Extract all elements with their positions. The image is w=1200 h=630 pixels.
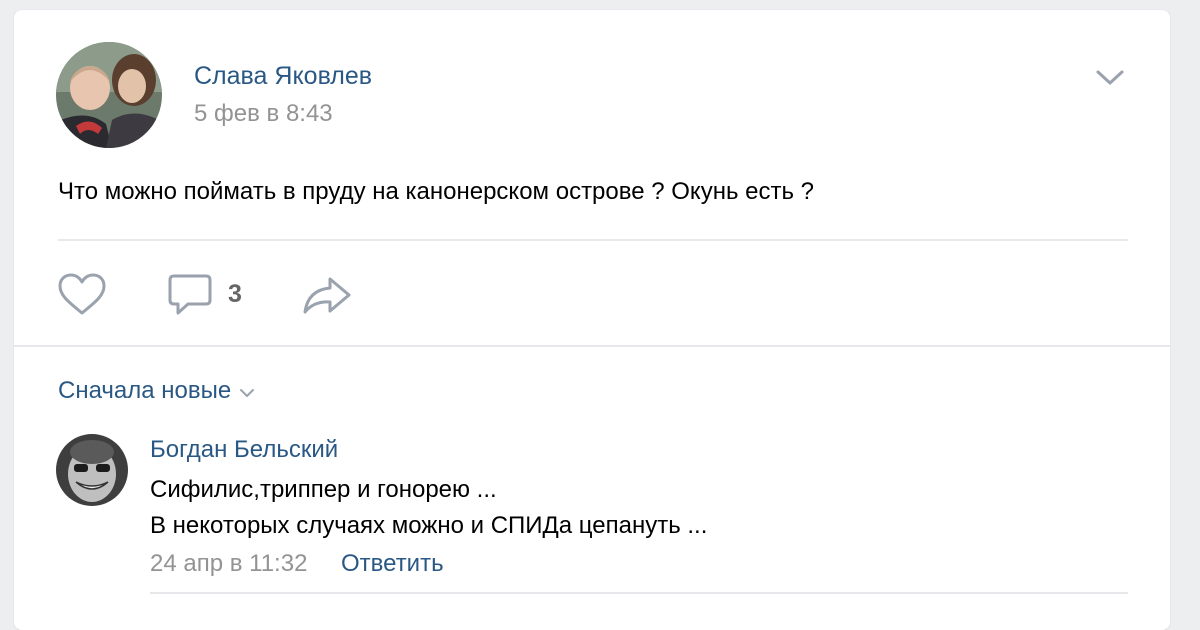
comment-count: 3 [228, 280, 242, 308]
author-avatar[interactable] [56, 42, 162, 148]
author-name[interactable]: Слава Яковлев [194, 62, 372, 91]
heart-icon [58, 273, 106, 315]
post-text: Что можно поймать в пруду на канонерском… [58, 178, 814, 205]
commenter-name[interactable]: Богдан Бельский [150, 436, 338, 464]
sort-label: Сначала новые [58, 377, 232, 404]
comment-text-line: Сифилис,триппер и гонорею ... [150, 476, 497, 503]
share-arrow-icon [303, 277, 351, 314]
post-card: Слава Яковлев 5 фев в 8:43 Что можно пой… [14, 10, 1170, 630]
chevron-down-icon [240, 389, 255, 397]
comments-sort-toggle[interactable]: Сначала новые [58, 377, 255, 405]
reply-button[interactable]: Ответить [341, 550, 444, 578]
comment-divider [150, 592, 1128, 594]
chevron-down-icon [1096, 70, 1124, 85]
comment-text-line: В некоторых случаях можно и СПИДа цепану… [150, 512, 708, 539]
post-divider [58, 239, 1128, 241]
post-options-button[interactable] [1094, 64, 1126, 90]
commenter-avatar[interactable] [56, 434, 128, 506]
like-button[interactable] [56, 272, 108, 318]
comments-divider [14, 345, 1170, 347]
share-button[interactable] [300, 274, 354, 316]
comment-date[interactable]: 24 апр в 11:32 [150, 550, 307, 578]
comment-button[interactable]: 3 [166, 272, 266, 318]
post-date[interactable]: 5 фев в 8:43 [194, 100, 333, 128]
speech-bubble-icon [168, 274, 212, 315]
